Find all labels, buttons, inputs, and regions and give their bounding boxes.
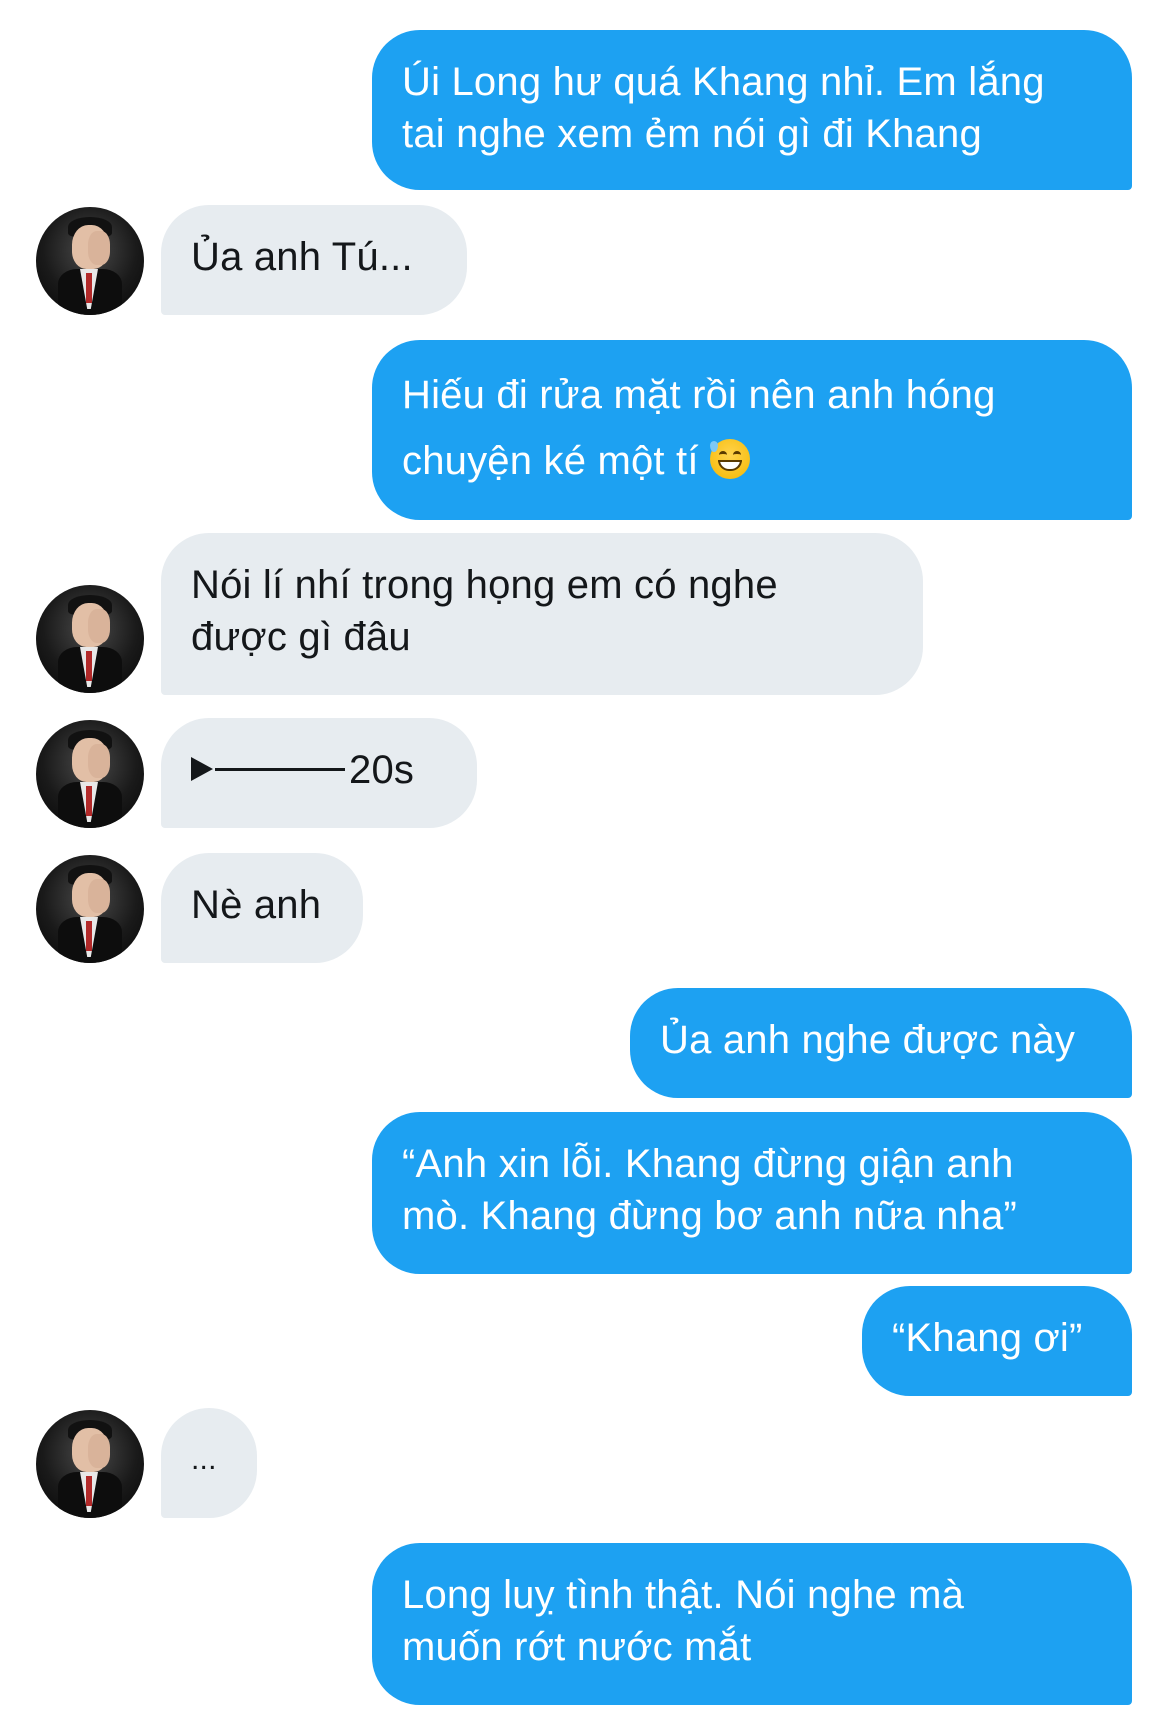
avatar-hand (88, 609, 110, 643)
message-line: Long luỵ tình thật. Nói nghe mà (402, 1573, 965, 1617)
message-line: Ủa anh nghe được này (660, 1018, 1076, 1062)
incoming-message[interactable]: ... (161, 1408, 257, 1518)
outgoing-message[interactable]: “Khang ơi” (862, 1286, 1132, 1396)
message-line: “Anh xin lỗi. Khang đừng giận anh (402, 1142, 1014, 1186)
outgoing-message[interactable]: Úi Long hư quá Khang nhỉ. Em lắng tai ng… (372, 30, 1132, 190)
avatar-hand (88, 879, 110, 913)
message-line-with-emoji: chuyện ké một tí (402, 428, 1102, 494)
sweat-drop (710, 441, 719, 453)
message-line: Nè anh (191, 883, 322, 927)
emoji-mouth (718, 460, 743, 472)
message-line: Ủa anh Tú... (191, 235, 413, 279)
avatar-hand (88, 744, 110, 778)
contact-avatar[interactable] (36, 207, 144, 315)
contact-avatar[interactable] (36, 855, 144, 963)
avatar-tie (86, 1476, 92, 1506)
emoji-eye (733, 451, 742, 459)
contact-avatar[interactable] (36, 585, 144, 693)
contact-avatar[interactable] (36, 1410, 144, 1518)
message-line: Nói lí nhí trong họng em có nghe (191, 563, 778, 607)
message-line: tai nghe xem ẻm nói gì đi Khang (402, 112, 982, 156)
play-icon[interactable] (191, 757, 213, 782)
chat-thread: Úi Long hư quá Khang nhỉ. Em lắng tai ng… (0, 0, 1170, 1720)
voice-message[interactable]: 20s (161, 718, 477, 828)
message-line: “Khang ơi” (892, 1316, 1083, 1360)
emoji-eye (719, 451, 728, 459)
incoming-message[interactable]: Nè anh (161, 853, 363, 963)
message-line: mò. Khang đừng bơ anh nữa nha” (402, 1194, 1018, 1238)
message-line: muốn rớt nước mắt (402, 1625, 752, 1669)
outgoing-message[interactable]: Ủa anh nghe được này (630, 988, 1132, 1098)
grinning-sweat-emoji-icon (710, 439, 751, 480)
message-line: Hiếu đi rửa mặt rồi nên anh hóng (402, 373, 996, 417)
outgoing-message[interactable]: “Anh xin lỗi. Khang đừng giận anh mò. Kh… (372, 1112, 1132, 1274)
avatar-tie (86, 921, 92, 951)
incoming-message[interactable]: Ủa anh Tú... (161, 205, 467, 315)
avatar-tie (86, 273, 92, 303)
outgoing-message[interactable]: Long luỵ tình thật. Nói nghe mà muốn rớt… (372, 1543, 1132, 1705)
voice-duration: 20s (349, 748, 415, 792)
message-line: Úi Long hư quá Khang nhỉ. Em lắng (402, 60, 1045, 104)
voice-progress-track[interactable] (215, 767, 345, 771)
avatar-tie (86, 786, 92, 816)
incoming-message[interactable]: Nói lí nhí trong họng em có nghe được gì… (161, 533, 923, 695)
contact-avatar[interactable] (36, 720, 144, 828)
avatar-hand (88, 1434, 110, 1468)
avatar-tie (86, 651, 92, 681)
outgoing-message[interactable]: Hiếu đi rửa mặt rồi nên anh hóng chuyện … (372, 340, 1132, 520)
message-line: được gì đâu (191, 615, 411, 659)
avatar-hand (88, 231, 110, 265)
message-line: chuyện ké một tí (402, 439, 699, 483)
message-line: ... (191, 1443, 217, 1476)
